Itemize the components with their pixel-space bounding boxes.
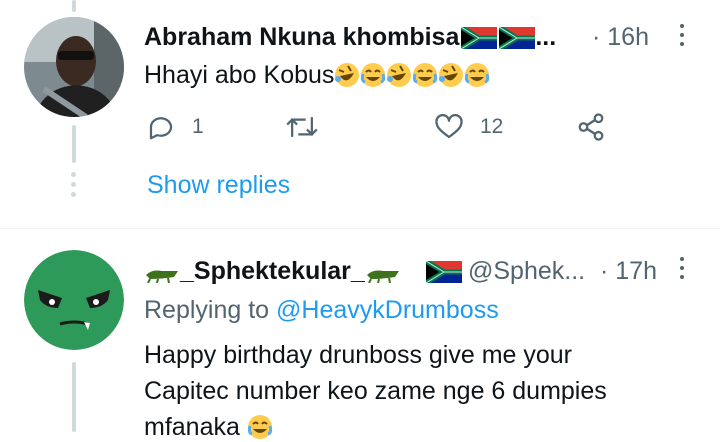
tweet2-text-line3: mfanaka [144, 413, 240, 441]
tweet1-author-name[interactable]: Abraham Nkuna khombisa [144, 23, 459, 51]
south-africa-flag-icon [460, 25, 498, 52]
tweet2-timestamp[interactable]: 17h [615, 257, 657, 285]
rofl-emoji-icon [439, 63, 464, 87]
reply-action[interactable]: 1 [146, 112, 204, 142]
reply-count: 1 [192, 115, 204, 138]
tweet2-author-name[interactable]: _Sphektekular_ [180, 257, 365, 285]
tweet2-handle[interactable]: @Sphek... [468, 257, 585, 285]
tweet1-time-row: · 16h [592, 23, 649, 52]
show-replies-link[interactable]: Show replies [147, 171, 290, 200]
like-count: 12 [480, 115, 504, 138]
like-action[interactable]: 12 [434, 112, 503, 142]
thread-line [72, 125, 76, 163]
tweet2-handle-row[interactable]: @Sphek... [424, 257, 585, 286]
thread-line [72, 362, 76, 432]
more-options-icon[interactable] [679, 257, 685, 279]
thread-dot [71, 192, 76, 197]
tweet2-text-line3-row: mfanaka [144, 413, 273, 442]
tweet1-text: Hhayi abo Kobus [144, 61, 335, 89]
tweet-divider [0, 228, 720, 229]
thread-line-top [72, 0, 76, 12]
heart-icon[interactable] [434, 112, 464, 142]
thread-dot [71, 182, 76, 187]
separator-dot: · [600, 257, 609, 285]
tweet2-time-row: · 17h [600, 257, 657, 286]
tweet1-text-row: Hhayi abo Kobus [144, 61, 490, 90]
reply-icon[interactable] [146, 112, 176, 142]
tweet2-author-row[interactable]: _Sphektekular_ [144, 257, 401, 286]
crocodile-emoji-icon [366, 270, 399, 284]
joy-emoji-icon [465, 63, 490, 87]
separator-dot: · [592, 23, 601, 51]
tweet1-author-row[interactable]: Abraham Nkuna khombisa... [144, 23, 556, 52]
share-action[interactable] [576, 112, 606, 142]
replying-to-handle[interactable]: @HeavykDrumboss [276, 296, 499, 324]
joy-emoji-icon [361, 63, 386, 87]
thread-dot [71, 172, 76, 177]
rofl-emoji-icon [387, 63, 412, 87]
south-africa-flag-icon [424, 259, 462, 286]
tweet1-author-ellipsis: ... [535, 23, 557, 51]
replying-to-label: Replying to [144, 296, 270, 324]
avatar-sphektekular[interactable] [24, 250, 124, 350]
rofl-emoji-icon [335, 63, 360, 87]
avatar-abraham[interactable] [24, 17, 124, 117]
joy-emoji-icon [247, 415, 272, 439]
tweet1-timestamp[interactable]: 16h [607, 23, 649, 51]
retweet-action[interactable] [286, 112, 318, 142]
more-options-icon[interactable] [679, 24, 685, 46]
joy-emoji-icon [413, 63, 438, 87]
tweet2-text-line1: Happy birthday drunboss give me your [144, 341, 573, 369]
share-icon[interactable] [576, 112, 606, 142]
replying-to: Replying to @HeavykDrumboss [144, 296, 499, 325]
tweet2-text-line2: Capitec number keo zame nge 6 dumpies [144, 377, 607, 405]
south-africa-flag-icon [498, 25, 536, 52]
crocodile-emoji-icon [146, 270, 178, 284]
retweet-icon[interactable] [286, 112, 318, 142]
